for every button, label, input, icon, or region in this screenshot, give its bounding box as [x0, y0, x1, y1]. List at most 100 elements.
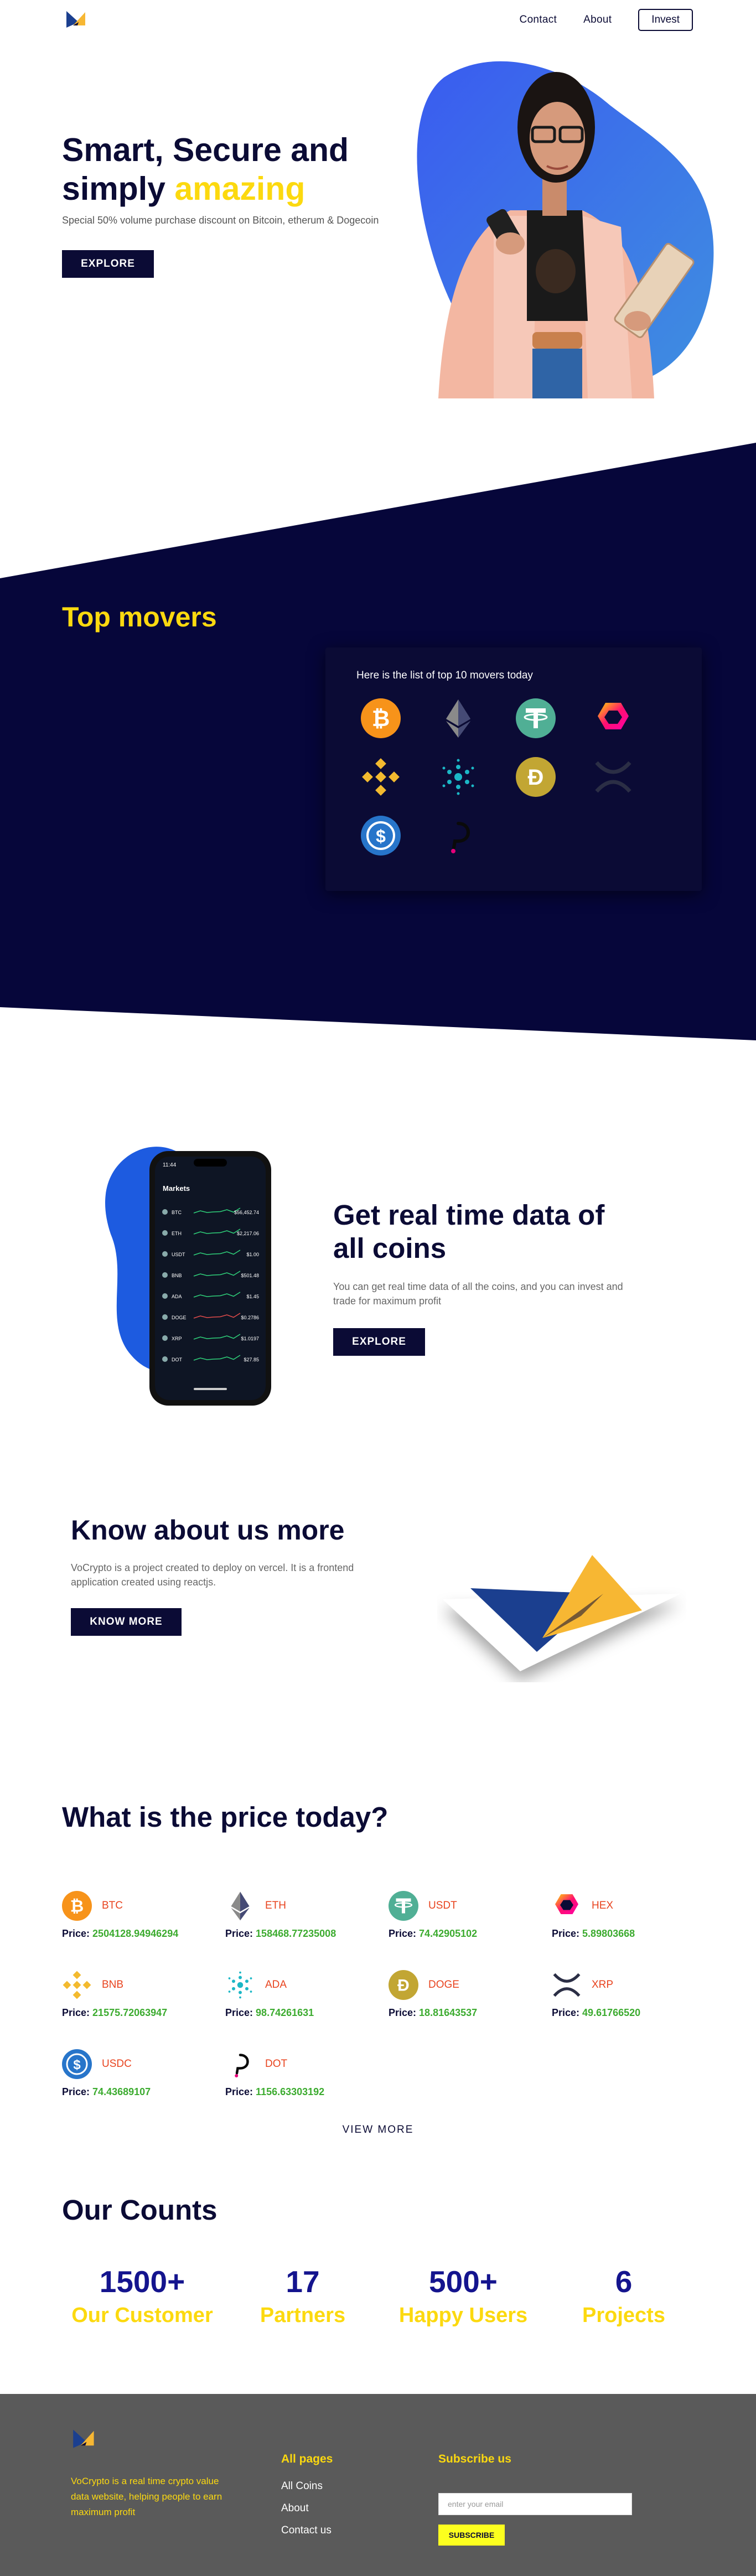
price-item[interactable]: ADA Price: 98.74261631	[225, 1968, 389, 2048]
price-line: Price: 49.61766520	[552, 2007, 715, 2019]
movers-title: Top movers	[62, 602, 217, 633]
footer-brand-logo-icon[interactable]	[72, 2427, 96, 2449]
phone-row-symbol: ADA	[172, 1294, 182, 1299]
realtime-title: Get real time data of all coins	[333, 1199, 605, 1264]
price-item[interactable]: DOT Price: 1156.63303192	[225, 2048, 389, 2127]
realtime-explore-button[interactable]: EXPLORE	[333, 1328, 425, 1356]
xrp-icon[interactable]	[593, 757, 633, 797]
price-line: Price: 74.43689107	[62, 2086, 225, 2098]
price-value: 158468.77235008	[256, 1928, 336, 1939]
bitcoin-icon[interactable]: ₿	[361, 698, 401, 738]
phone-coin-dot	[162, 1230, 168, 1236]
know-more-button[interactable]: KNOW MORE	[71, 1608, 182, 1636]
count-number: 6	[615, 2264, 633, 2299]
svg-text:₿: ₿	[70, 1898, 84, 1916]
price-item[interactable]: USDT Price: 74.42905102	[389, 1889, 552, 1968]
phone-coin-dot	[162, 1251, 168, 1257]
brand-logo-icon[interactable]	[65, 9, 87, 29]
usdc-icon[interactable]: $	[361, 816, 401, 856]
phone-row-symbol: DOT	[172, 1357, 183, 1362]
price-line: Price: 158468.77235008	[225, 1928, 389, 1940]
footer-link-about[interactable]: About	[281, 2502, 309, 2515]
ethereum-icon	[231, 1891, 250, 1921]
price-label: Price:	[389, 1928, 417, 1939]
hero-title-line1: Smart, Secure and	[62, 132, 349, 168]
price-symbol: DOT	[265, 2058, 288, 2070]
polkadot-icon[interactable]	[438, 816, 478, 856]
phone-coin-dot	[162, 1356, 168, 1362]
nav-about-link[interactable]: About	[583, 14, 612, 26]
price-line: Price: 1156.63303192	[225, 2086, 389, 2098]
price-item[interactable]: XRP Price: 49.61766520	[552, 1968, 715, 2048]
price-item-header: $ USDC	[62, 2048, 225, 2081]
price-label: Price:	[62, 2086, 90, 2097]
price-line: Price: 5.89803668	[552, 1928, 715, 1940]
price-symbol: XRP	[592, 1979, 614, 1991]
footer-description: VoCrypto is a real time crypto value dat…	[71, 2476, 222, 2517]
phone-time: 11:44	[163, 1162, 177, 1168]
phone-row-value: $27.85	[244, 1357, 259, 1362]
footer-link-all-coins[interactable]: All Coins	[281, 2480, 323, 2492]
price-item[interactable]: BNB Price: 21575.72063947	[62, 1968, 225, 2048]
price-symbol: DOGE	[428, 1979, 459, 1991]
price-item[interactable]: ETH Price: 158468.77235008	[225, 1889, 389, 1968]
phone-coin-dot	[162, 1272, 168, 1278]
price-symbol: ETH	[265, 1900, 286, 1911]
tether-icon[interactable]	[516, 698, 556, 738]
svg-text:Ð: Ð	[397, 1977, 410, 1995]
polkadot-icon	[235, 2054, 249, 2077]
realtime-subtitle: You can get real time data of all the co…	[333, 1281, 623, 1307]
invest-button[interactable]: Invest	[638, 9, 693, 31]
about-subtitle: VoCrypto is a project created to deploy …	[71, 1562, 354, 1588]
price-item-header: ADA	[225, 1968, 389, 2002]
usdc-icon: $	[62, 2049, 92, 2079]
phone-row-value: $56,452.74	[234, 1210, 259, 1215]
dogecoin-icon[interactable]: Ð	[516, 757, 556, 797]
dogecoin-icon: Ð	[389, 1970, 418, 2000]
price-value: 1156.63303192	[256, 2086, 325, 2097]
cardano-icon	[228, 1971, 252, 1999]
price-label: Price:	[389, 2007, 417, 2018]
count-number: 1500+	[99, 2264, 185, 2299]
price-item[interactable]: Ð DOGE Price: 18.81643537	[389, 1968, 552, 2048]
price-label: Price:	[552, 1928, 580, 1939]
footer-link-contact[interactable]: Contact us	[281, 2525, 332, 2537]
phone-coin-dot	[162, 1335, 168, 1341]
price-item[interactable]: ₿ BTC Price: 2504128.94946294	[62, 1889, 225, 1968]
phone-row-value: $501.48	[241, 1273, 259, 1278]
price-value: 5.89803668	[582, 1928, 635, 1939]
price-grid: ₿ BTC Price: 2504128.94946294 ETH Price: 158…	[62, 1889, 715, 2127]
hero-explore-button[interactable]: EXPLORE	[62, 250, 154, 278]
subscribe-email-input[interactable]	[438, 2493, 632, 2515]
price-item-header: USDT	[389, 1889, 552, 1922]
subscribe-button[interactable]: SUBSCRIBE	[438, 2525, 505, 2546]
price-label: Price:	[225, 2086, 253, 2097]
view-more-link[interactable]: VIEW MORE	[0, 2124, 756, 2136]
phone-coin-dot	[162, 1293, 168, 1299]
bitcoin-icon: ₿	[62, 1891, 92, 1921]
hero-title-accent: amazing	[174, 170, 305, 207]
hero-woman-illustration	[417, 61, 714, 398]
hex-icon[interactable]	[593, 698, 633, 738]
nav-contact-link[interactable]: Contact	[520, 14, 557, 26]
phone-row-symbol: XRP	[172, 1336, 182, 1341]
phone-illustration: 11:44 Markets BTC $56,452.74 ETH $2,217.06 U…	[105, 1147, 271, 1406]
phone-row-value: $1.00	[246, 1252, 259, 1257]
price-value: 74.43689107	[92, 2086, 151, 2097]
price-item[interactable]: $ USDC Price: 74.43689107	[62, 2048, 225, 2127]
svg-text:$: $	[73, 2057, 81, 2072]
price-item[interactable]: HEX Price: 5.89803668	[552, 1889, 715, 1968]
price-item-header: XRP	[552, 1968, 715, 2002]
phone-row-value: $1.45	[246, 1294, 259, 1299]
ethereum-icon[interactable]	[438, 698, 478, 738]
count-label: Our Customer	[71, 2304, 213, 2327]
price-value: 18.81643537	[419, 2007, 478, 2018]
price-value: 49.61766520	[582, 2007, 641, 2018]
cardano-icon[interactable]	[438, 757, 478, 797]
count-projects: 6 Projects	[543, 2263, 704, 2330]
price-label: Price:	[552, 2007, 580, 2018]
svg-text:Ð: Ð	[528, 765, 544, 790]
hero-title: Smart, Secure and simply amazing	[62, 131, 405, 208]
price-value: 21575.72063947	[92, 2007, 168, 2018]
binance-icon[interactable]	[361, 757, 401, 797]
